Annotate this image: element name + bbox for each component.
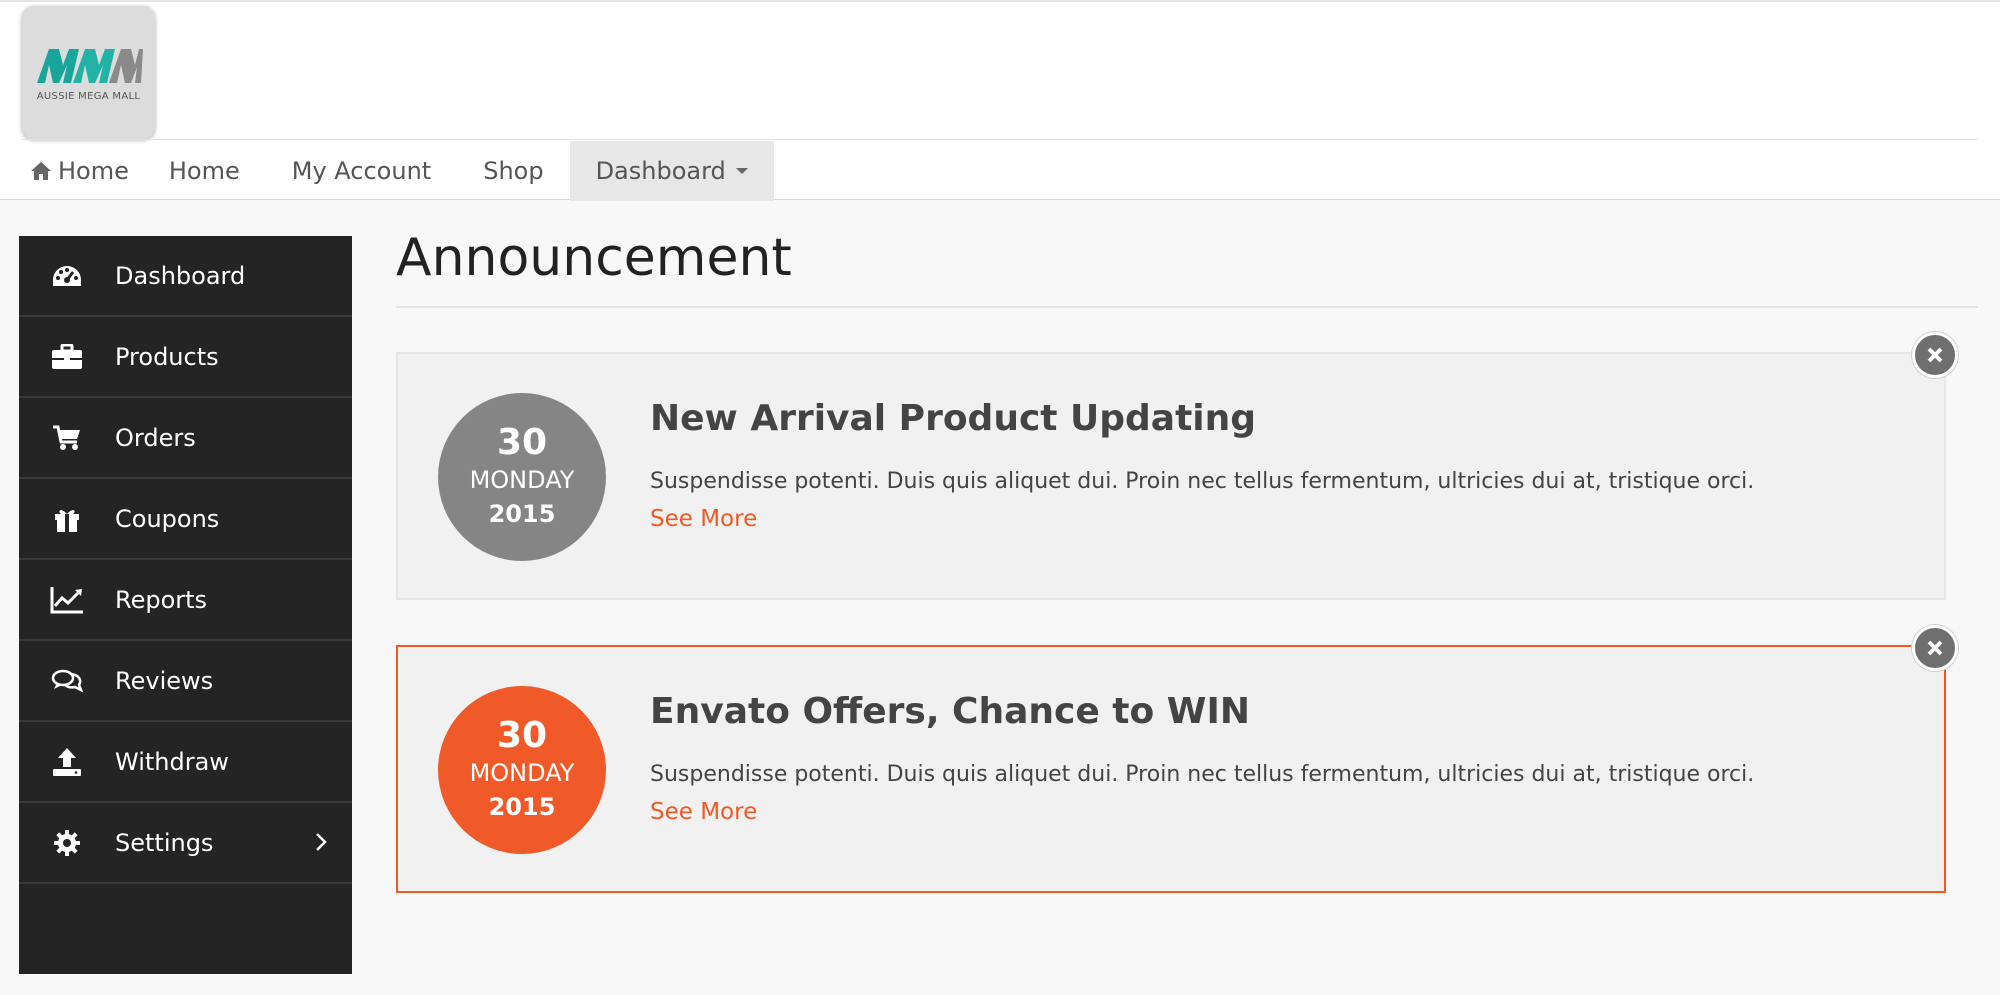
sidebar-item-label: Reviews xyxy=(115,666,214,695)
close-icon xyxy=(1927,640,1943,656)
nav-dashboard-label: Dashboard xyxy=(595,157,726,185)
sidebar-item-label: Coupons xyxy=(115,504,220,533)
gear-icon xyxy=(50,826,84,860)
sidebar: Dashboard Products Orders Coupons Report… xyxy=(19,236,352,974)
see-more-link[interactable]: See More xyxy=(650,506,757,532)
announcement-title: Envato Offers, Chance to WIN xyxy=(650,691,1250,732)
announcement-text: Suspendisse potenti. Duis quis aliquet d… xyxy=(650,469,1755,494)
announcement-title: New Arrival Product Updating xyxy=(650,398,1257,439)
announcement-card: 30 MONDAY 2015 New Arrival Product Updat… xyxy=(396,352,1946,600)
sidebar-item-dashboard[interactable]: Dashboard xyxy=(19,236,352,317)
caret-down-icon xyxy=(735,168,748,174)
chevron-right-icon xyxy=(316,833,327,851)
home-icon xyxy=(31,162,51,180)
close-announcement-button[interactable] xyxy=(1912,332,1958,378)
sidebar-item-products[interactable]: Products xyxy=(19,317,352,398)
sidebar-item-label: Reports xyxy=(115,585,208,614)
nav-shop-link[interactable]: Shop xyxy=(457,141,569,201)
cart-icon xyxy=(50,421,84,455)
logo-mark-icon xyxy=(36,49,143,83)
sidebar-item-label: Settings xyxy=(115,828,214,857)
sidebar-item-reports[interactable]: Reports xyxy=(19,560,352,641)
upload-icon xyxy=(50,745,84,779)
close-icon xyxy=(1927,347,1943,363)
sidebar-item-orders[interactable]: Orders xyxy=(19,398,352,479)
announcement-text: Suspendisse potenti. Duis quis aliquet d… xyxy=(650,762,1755,787)
page-title: Announcement xyxy=(396,228,792,288)
date-badge: 30 MONDAY 2015 xyxy=(438,393,606,561)
sidebar-item-coupons[interactable]: Coupons xyxy=(19,479,352,560)
nav-home-label: Home xyxy=(58,157,129,185)
date-year: 2015 xyxy=(488,500,556,528)
brand-logo[interactable]: AUSSIE MEGA MALL xyxy=(22,6,155,139)
nav-my-account-link[interactable]: My Account xyxy=(266,141,457,201)
announcement-card: 30 MONDAY 2015 Envato Offers, Chance to … xyxy=(396,645,1946,893)
dashboard-gauge-icon xyxy=(50,259,84,293)
sidebar-item-reviews[interactable]: Reviews xyxy=(19,641,352,722)
sidebar-item-label: Withdraw xyxy=(115,747,229,776)
nav-home-link[interactable]: Home xyxy=(143,141,266,201)
sidebar-item-label: Orders xyxy=(115,423,196,452)
date-day: 30 xyxy=(496,715,548,756)
date-day: 30 xyxy=(496,422,548,463)
nav-home-icon-link[interactable]: Home xyxy=(0,141,143,201)
sidebar-item-label: Dashboard xyxy=(115,261,246,290)
logo-text: AUSSIE MEGA MALL xyxy=(36,91,141,102)
nav-divider xyxy=(22,139,1978,140)
line-chart-icon xyxy=(50,583,84,617)
close-announcement-button[interactable] xyxy=(1912,625,1958,671)
comments-icon xyxy=(50,664,84,698)
main-nav: Home Home My Account Shop Dashboard xyxy=(0,141,774,201)
date-year: 2015 xyxy=(488,793,556,821)
date-badge: 30 MONDAY 2015 xyxy=(438,686,606,854)
gift-icon xyxy=(50,502,84,536)
title-divider xyxy=(396,306,1978,308)
date-weekday: MONDAY xyxy=(469,466,575,494)
nav-dashboard-dropdown[interactable]: Dashboard xyxy=(569,141,774,201)
see-more-link[interactable]: See More xyxy=(650,799,757,825)
top-header: AUSSIE MEGA MALL Home Home My Account Sh… xyxy=(0,0,2000,201)
sidebar-item-withdraw[interactable]: Withdraw xyxy=(19,722,352,803)
sidebar-item-label: Products xyxy=(115,342,219,371)
briefcase-icon xyxy=(50,340,84,374)
date-weekday: MONDAY xyxy=(469,759,575,787)
sidebar-item-settings[interactable]: Settings xyxy=(19,803,352,884)
